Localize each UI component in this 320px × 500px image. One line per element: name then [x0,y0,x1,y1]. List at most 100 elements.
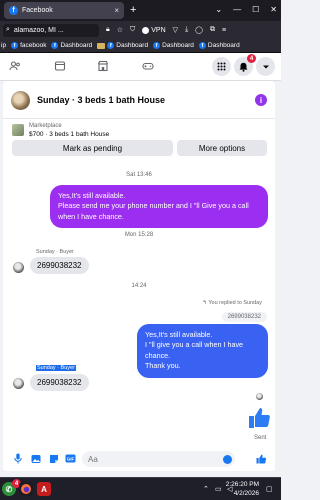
facebook-icon: f [153,42,161,49]
photo-icon[interactable] [30,453,41,464]
extensions-icon[interactable]: ⧉ [210,26,215,34]
avatar[interactable] [13,262,24,273]
vpn-button[interactable]: VPN [142,26,166,34]
replied-label: ↰ You replied to Sunday [202,300,262,306]
avatar[interactable] [13,378,24,389]
message-outgoing[interactable]: Yes,It's still available. Please send me… [50,185,268,229]
adobe-reader-icon[interactable]: A [37,482,51,496]
listing-thumbnail[interactable] [11,91,30,110]
bookmark-facebook[interactable]: f facebook [11,42,46,49]
gif-icon[interactable]: GIF [65,453,76,464]
address-bar[interactable]: ⌕ alamazoo, MI ... [3,23,99,37]
browser-tab-bar: f Facebook × + ⌄ — ☐ ✕ [0,0,281,21]
grid-icon [217,62,226,71]
firefox-icon[interactable] [19,482,33,496]
notifications-tray-icon[interactable]: ▢ [266,485,273,493]
url-toolbar: ⌕ alamazoo, MI ... 🔒︎ ☆ ⛉ VPN ▽ ⤓ ◯ ⧉ ≡ [0,21,281,39]
pocket-icon[interactable]: ▽ [173,26,178,34]
friends-icon[interactable] [8,59,22,73]
address-text: alamazoo, MI ... [13,26,64,34]
bell-icon [239,62,248,72]
tray-chevron-icon[interactable]: ⌃ [203,485,209,493]
message-incoming[interactable]: 2699038232 [30,257,89,274]
message-incoming[interactable]: 2699038232 [30,374,89,391]
mark-as-pending-button[interactable]: Mark as pending [12,140,173,156]
listing-title[interactable]: $700 · 3 beds 1 bath House [29,131,109,138]
watch-icon[interactable] [53,59,67,73]
tab-list-icon[interactable]: ⌄ [215,5,222,14]
conversation-title[interactable]: Sunday · 3 beds 1 bath House [37,95,165,105]
download-icon[interactable]: ⤓ [185,26,188,34]
bookmark-dashboard-3[interactable]: f Dashboard [153,42,194,49]
quoted-message[interactable]: 2699038232 [221,312,267,322]
chat-header: Sunday · 3 beds 1 bath House i [3,81,275,119]
chevron-down-icon [262,65,269,68]
menu-icon[interactable]: ≡ [222,27,226,34]
timestamp: 14:24 [131,283,147,289]
message-composer: GIF [3,448,275,470]
timestamp: Mon 15:28 [124,232,154,238]
clock-date: 4/2/2026 [233,489,259,497]
facebook-icon: f [107,42,115,49]
tab-facebook[interactable]: f Facebook × [4,2,124,19]
clock-time: 2:26:20 PM [225,481,259,488]
folder-icon [97,42,106,49]
clock[interactable]: 2:26:20 PM 4/2/2026 [226,481,259,499]
chat-window: Sunday · 3 beds 1 bath House i Marketpla… [3,81,275,471]
bookmark-label: Dashboard [116,42,149,49]
more-options-button[interactable]: More options [177,140,267,156]
replied-text: You replied to Sunday [208,300,262,306]
bookmark-dashboard-2[interactable]: f Dashboard [97,42,148,49]
tab-title: Facebook [22,7,53,14]
message-input[interactable] [82,451,235,467]
new-tab-button[interactable]: + [130,4,136,16]
marketplace-label: Marketplace [29,123,62,129]
thumbs-up-send-icon[interactable] [255,453,266,464]
shield-icon[interactable]: ⛉ [130,26,135,34]
bookmark-label: ip [1,42,7,49]
bookmark-label: Dashboard [60,42,93,49]
gaming-icon[interactable] [141,59,155,73]
facebook-icon: f [51,42,59,49]
lock-icon[interactable]: 🔒︎ [106,26,110,34]
svg-text:GIF: GIF [67,456,75,461]
bookmark-ip[interactable]: ip [1,42,6,49]
network-icon[interactable]: ▭ [215,485,222,493]
notification-badge: 4 [247,54,256,63]
menu-grid-button[interactable] [212,57,231,76]
sender-label: Sunday · Buyer [36,249,74,255]
listing-image[interactable] [12,124,24,136]
location-icon: ⌕ [6,26,10,33]
facebook-icon: f [11,42,19,49]
close-window-icon[interactable]: ✕ [270,5,277,14]
bookmark-label: facebook [20,42,47,49]
thumbs-up-icon[interactable] [247,406,271,432]
sender-label-selected: Sunday · Buyer [36,365,76,371]
maximize-icon[interactable]: ☐ [252,5,259,14]
facebook-icon: f [198,42,206,49]
bookmark-dashboard-4[interactable]: f Dashboard [198,42,240,49]
info-icon[interactable]: i [255,94,267,106]
account-icon[interactable]: ◯ [195,26,203,34]
bookmark-label: Dashboard [207,42,240,49]
sent-status: Sent [254,435,267,441]
marketplace-icon[interactable] [96,59,110,73]
message-outgoing[interactable]: Yes,It's still available. I "ll give you… [137,324,268,378]
facebook-nav: 4 [0,53,281,81]
vpn-status-icon [142,26,150,34]
account-menu-button[interactable] [256,57,275,76]
facebook-favicon-icon: f [9,6,18,15]
vpn-label: VPN [151,26,166,34]
marketplace-card: Marketplace $700 · 3 beds 1 bath House M… [3,120,275,162]
bookmark-label: Dashboard [162,42,194,49]
seen-avatar [256,393,263,400]
close-tab-icon[interactable]: × [114,6,119,15]
timestamp: Sat 13:46 [126,172,152,178]
emoji-icon[interactable] [223,455,232,464]
bookmark-dashboard-1[interactable]: f Dashboard [51,42,92,49]
minimize-icon[interactable]: — [233,5,241,14]
sticker-icon[interactable] [48,453,59,464]
microphone-icon[interactable] [12,453,23,464]
bookmark-star-icon[interactable]: ☆ [117,26,123,34]
notifications-button[interactable]: 4 [234,54,256,76]
